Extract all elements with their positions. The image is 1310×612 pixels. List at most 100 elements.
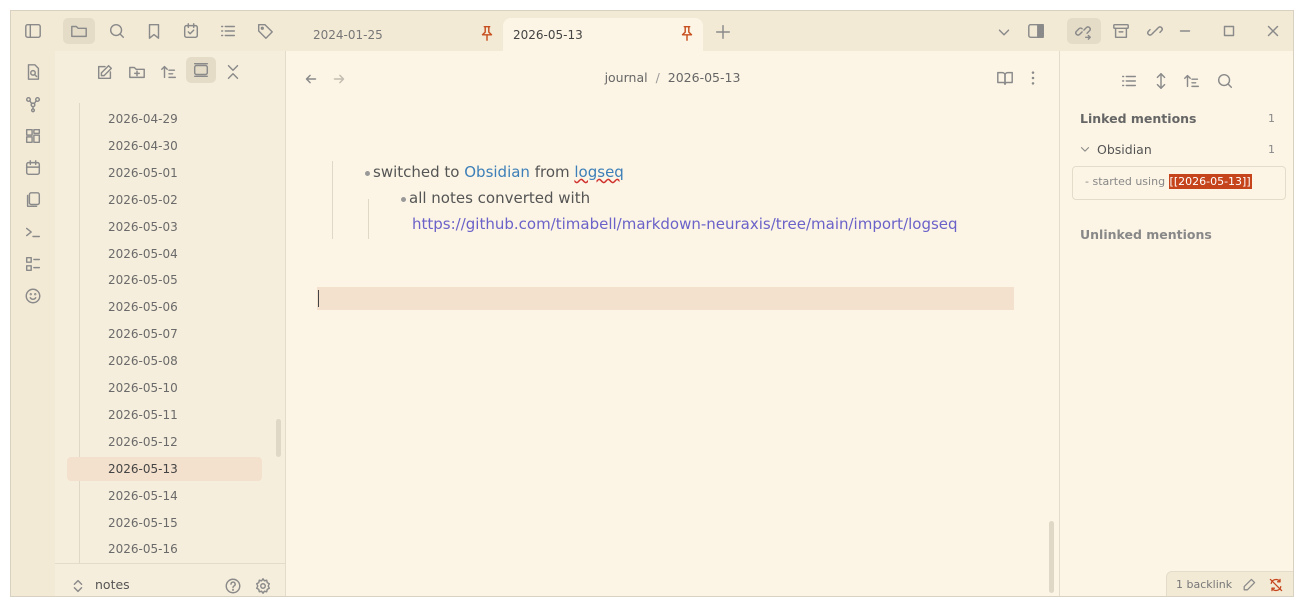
indent-guide [332,161,333,239]
list-icon[interactable] [218,21,238,41]
file-item-label: 2026-04-29 [108,112,178,126]
file-item[interactable]: 2026-05-16 [67,537,262,561]
list-item-line-1[interactable]: switched to Obsidian from logseq [373,163,624,181]
calendar-check-icon[interactable] [181,21,201,41]
breadcrumb-file[interactable]: 2026-05-13 [668,70,741,85]
file-item-label: 2026-05-05 [108,273,178,288]
settings-gear-icon[interactable] [253,576,273,596]
file-item-label: 2026-05-14 [108,488,178,503]
vault-switch-icon[interactable] [68,576,88,596]
unlinked-mentions-heading[interactable]: Unlinked mentions [1080,227,1212,242]
file-item-label: 2026-05-15 [108,515,178,530]
collapse-results-icon[interactable] [1119,71,1139,91]
file-item[interactable]: 2026-05-06 [67,295,262,319]
reading-view-icon[interactable] [995,68,1015,88]
snippet-highlight: [[2026-05-13]] [1168,174,1252,189]
chevron-down-icon[interactable] [994,22,1014,42]
list-item-line-2[interactable]: all notes converted with [409,189,590,207]
file-item[interactable]: 2026-04-30 [67,134,262,158]
chevron-down-icon[interactable] [1075,139,1095,159]
outline-list-icon[interactable] [23,254,43,274]
file-item-label: 2026-05-02 [108,192,178,207]
graph-view-icon[interactable] [23,94,43,114]
url-link[interactable]: https://github.com/timabell/markdown-neu… [412,215,958,233]
vault-name[interactable]: notes [95,577,130,592]
tab-2026-05-13[interactable]: 2026-05-13 [503,18,703,51]
breadcrumb-folder[interactable]: journal [605,70,648,85]
expand-context-icon[interactable] [1151,71,1171,91]
file-item[interactable]: 2026-05-14 [67,484,262,508]
snippet-text: - started using [[2026-05-13]] [1085,174,1252,189]
file-item[interactable]: 2026-05-05 [67,268,262,292]
auto-reveal-icon[interactable] [191,60,211,80]
daily-note-icon[interactable] [23,158,43,178]
editor-pane: journal / 2026-05-13 switched to Obsidia… [286,51,1059,596]
new-note-icon[interactable] [95,62,115,82]
link-arrow-icon[interactable] [1073,21,1093,41]
templates-icon[interactable] [23,190,43,210]
more-options-icon[interactable] [1023,68,1043,88]
file-item-label: 2026-05-12 [108,434,178,449]
file-item[interactable]: 2026-05-11 [67,403,262,427]
toggle-right-sidebar-icon[interactable] [1026,21,1046,41]
file-item[interactable]: 2026-05-03 [67,215,262,239]
archive-icon[interactable] [1111,21,1131,41]
close-icon[interactable] [1263,21,1283,41]
file-item-label: 2026-05-11 [108,407,178,422]
file-item[interactable]: 2026-05-13 [67,456,262,481]
terminal-icon[interactable] [23,222,43,242]
backlink-source-count: 1 [1268,143,1275,156]
backlink-source-title[interactable]: Obsidian [1097,142,1152,157]
file-item-label: 2026-05-16 [108,542,178,557]
text-cursor [318,290,319,307]
new-folder-icon[interactable] [127,62,147,82]
sync-disabled-icon[interactable] [1266,575,1286,595]
obsidian-link[interactable]: Obsidian [464,163,530,181]
quick-switcher-icon[interactable] [23,62,43,82]
backlink-count[interactable]: 1 backlink [1176,578,1232,591]
bookmark-icon[interactable] [144,21,164,41]
sort-icon[interactable] [1182,71,1202,91]
file-item[interactable]: 2026-05-08 [67,349,262,373]
help-icon[interactable] [223,576,243,596]
file-item-label: 2026-05-10 [108,381,178,395]
edit-pencil-icon[interactable] [1239,575,1259,595]
bullet [365,171,370,176]
title-bar: 2024-01-25 2026-05-13 [11,11,1293,51]
logseq-link[interactable]: logseq [574,163,623,181]
file-item[interactable]: 2026-05-10 [67,376,262,400]
indent-guide [368,199,369,239]
pin-icon[interactable] [477,23,497,43]
editor-scrollbar[interactable] [1049,521,1054,593]
search-icon[interactable] [107,21,127,41]
file-item[interactable]: 2026-04-29 [67,107,262,131]
smiley-icon[interactable] [23,286,43,306]
app-window: 2024-01-25 2026-05-13 notes 2026-04-29 2… [10,10,1294,597]
canvas-icon[interactable] [23,126,43,146]
linked-mentions-count: 1 [1268,112,1275,125]
file-item-label: 2026-05-07 [108,327,178,342]
new-tab-icon[interactable] [713,22,733,42]
file-item[interactable]: 2026-05-04 [67,242,262,266]
file-item[interactable]: 2026-05-07 [67,322,262,346]
backlink-snippet[interactable]: - started using [[2026-05-13]] [1072,166,1286,200]
file-list-scrollbar[interactable] [276,419,281,457]
file-item-label: 2026-05-08 [108,354,178,369]
file-item[interactable]: 2026-05-01 [67,161,262,185]
file-item[interactable]: 2026-05-02 [67,188,262,212]
toggle-left-sidebar-icon[interactable] [23,21,43,41]
folder-icon[interactable] [69,21,89,41]
tab-2024-01-25[interactable]: 2024-01-25 [303,18,503,51]
minimize-icon[interactable] [1175,21,1195,41]
tag-icon[interactable] [255,21,275,41]
unlinked-icon[interactable] [1145,21,1165,41]
file-item[interactable]: 2026-05-12 [67,430,262,454]
maximize-icon[interactable] [1219,21,1239,41]
active-line[interactable] [317,287,1014,310]
pin-icon[interactable] [677,23,697,43]
sort-icon[interactable] [159,62,179,82]
file-item[interactable]: 2026-05-15 [67,511,262,535]
collapse-all-icon[interactable] [223,62,243,82]
linked-mentions-heading[interactable]: Linked mentions [1080,111,1197,126]
search-icon[interactable] [1215,71,1235,91]
